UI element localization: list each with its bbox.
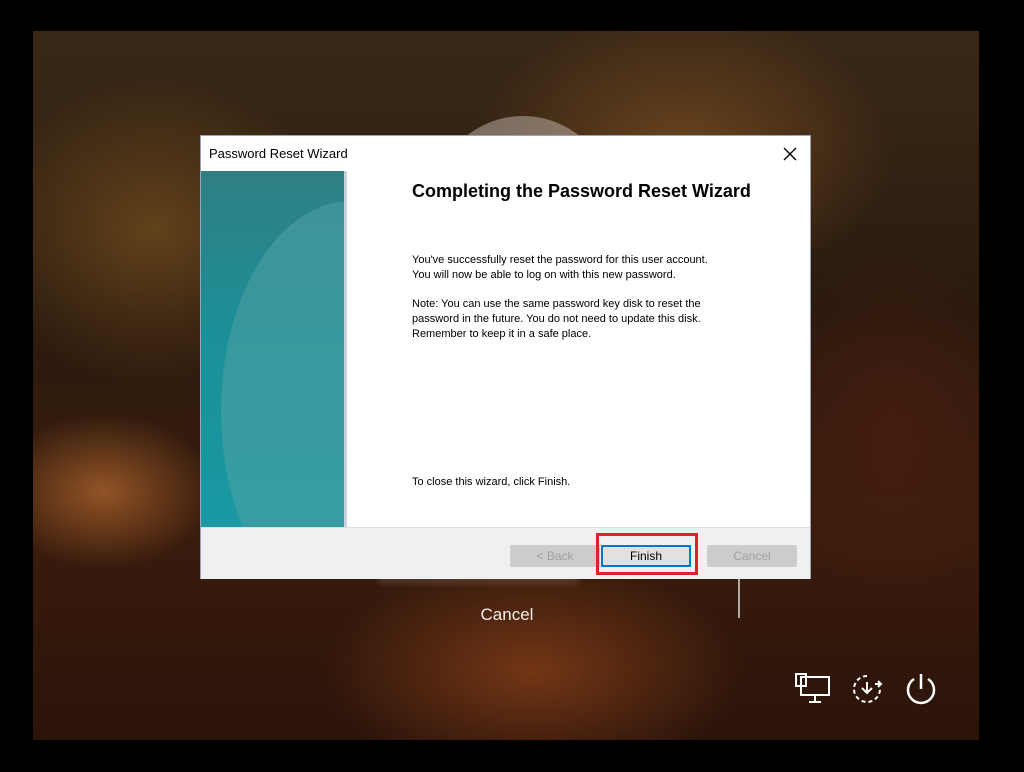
note-message: Note: You can use the same password key …: [412, 297, 772, 342]
accessibility-icon[interactable]: [847, 671, 887, 707]
note-line-3: Remember to keep it in a safe place.: [412, 328, 592, 340]
wizard-heading: Completing the Password Reset Wizard: [412, 181, 751, 201]
lock-screen-tray: [793, 671, 941, 707]
divider: [738, 576, 740, 618]
success-line-2: You will now be able to log on with this…: [412, 269, 676, 281]
network-icon[interactable]: [793, 671, 833, 707]
close-hint: To close this wizard, click Finish.: [412, 476, 571, 488]
success-message: You've successfully reset the password f…: [412, 253, 772, 283]
wizard-content: Completing the Password Reset Wizard You…: [347, 171, 810, 527]
cancel-button[interactable]: Cancel: [707, 545, 797, 567]
banner-decoration: [221, 201, 347, 527]
wizard-side-banner: [201, 171, 347, 527]
note-line-2: password in the future. You do not need …: [412, 313, 701, 325]
password-reset-wizard-dialog: Password Reset Wizard Completing the Pas…: [200, 135, 811, 579]
dialog-titlebar: Password Reset Wizard: [201, 136, 810, 171]
power-icon[interactable]: [901, 671, 941, 707]
back-button[interactable]: < Back: [510, 545, 600, 567]
close-button[interactable]: [770, 137, 810, 171]
dialog-body: Completing the Password Reset Wizard You…: [201, 171, 810, 527]
note-line-1: Note: You can use the same password key …: [412, 298, 701, 310]
close-icon: [783, 147, 797, 160]
finish-button[interactable]: Finish: [601, 545, 691, 567]
dialog-button-bar: < Back Finish Cancel: [201, 527, 810, 579]
success-line-1: You've successfully reset the password f…: [412, 254, 708, 266]
lock-screen-cancel-link[interactable]: Cancel: [457, 605, 557, 625]
dialog-title: Password Reset Wizard: [209, 146, 348, 161]
